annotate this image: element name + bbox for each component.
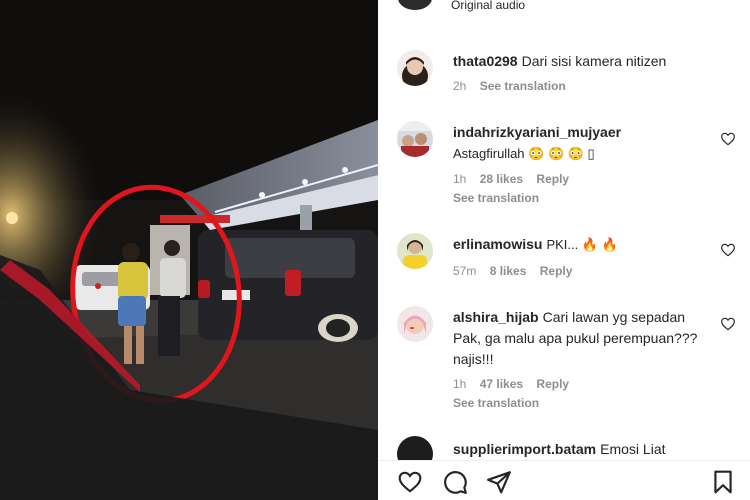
save-button[interactable] (710, 469, 736, 495)
heart-icon (398, 471, 422, 493)
comment-button[interactable] (442, 469, 468, 495)
comment-likes[interactable]: 28 likes (480, 172, 523, 186)
comment-time: 2h (453, 79, 467, 93)
reply-button[interactable]: Reply (540, 264, 573, 278)
comment-likes[interactable]: 47 likes (480, 377, 523, 391)
comment-body: PKI... 🔥 🔥 (546, 237, 618, 252)
comment-meta: 1h 28 likes Reply (453, 172, 579, 186)
comment-text: indahrizkyariani_mujyaer Astagfirullah 😳 … (453, 122, 713, 164)
comment-meta: 57m 8 likes Reply (453, 264, 582, 278)
reply-button[interactable]: Reply (536, 172, 569, 186)
see-translation-button[interactable]: See translation (480, 79, 566, 93)
like-heart-icon[interactable] (720, 242, 736, 258)
video-frame (0, 0, 378, 500)
comment-time: 1h (453, 172, 467, 186)
author-avatar[interactable] (398, 0, 432, 10)
comments-panel: Original audio thata0298 Dari sisi kamera… (378, 0, 750, 500)
comment-text: alshira_hijab Cari lawan yg sepadan Pak, … (453, 307, 713, 370)
share-icon (487, 471, 511, 494)
comment-meta: 1h 47 likes Reply (453, 377, 579, 391)
avatar[interactable] (397, 306, 433, 342)
see-translation-button[interactable]: See translation (453, 396, 539, 410)
avatar[interactable] (397, 233, 433, 269)
post-video[interactable] (0, 0, 378, 500)
reply-button[interactable]: Reply (536, 377, 569, 391)
share-button[interactable] (486, 469, 512, 495)
bookmark-icon (714, 470, 732, 494)
comment-text: thata0298 Dari sisi kamera nitizen (453, 51, 743, 72)
like-heart-icon[interactable] (720, 131, 736, 147)
comment-meta: 2h See translation (453, 79, 576, 93)
post-action-bar (378, 460, 750, 500)
audio-label[interactable]: Original audio (451, 0, 525, 12)
comment-username[interactable]: indahrizkyariani_mujyaer (453, 124, 621, 140)
comment-text: supplierimport.batam Emosi Liat (453, 439, 713, 460)
post-header: Original audio (378, 0, 750, 12)
comment-username[interactable]: supplierimport.batam (453, 441, 596, 457)
avatar[interactable] (397, 121, 433, 157)
comment-body: Emosi Liat (600, 441, 666, 457)
like-heart-icon[interactable] (720, 316, 736, 332)
comment-text: erlinamowisu PKI... 🔥 🔥 (453, 234, 713, 255)
comment-likes[interactable]: 8 likes (490, 264, 527, 278)
comment-username[interactable]: erlinamowisu (453, 236, 542, 252)
see-translation-button[interactable]: See translation (453, 191, 539, 205)
comment-body: Dari sisi kamera nitizen (521, 53, 667, 69)
like-button[interactable] (397, 469, 423, 495)
comment-body: Astagfirullah 😳 😳 😳 ▯ (453, 146, 595, 161)
comment-time: 1h (453, 377, 467, 391)
comment-username[interactable]: thata0298 (453, 53, 518, 69)
comment-username[interactable]: alshira_hijab (453, 309, 539, 325)
avatar[interactable] (397, 50, 433, 86)
comment-time: 57m (453, 264, 477, 278)
comment-icon (444, 471, 467, 494)
